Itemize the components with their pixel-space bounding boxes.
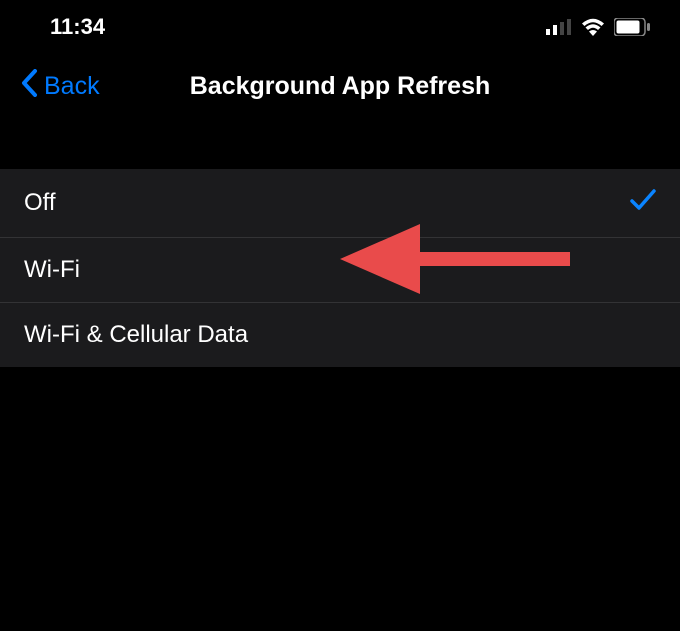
page-title: Background App Refresh — [190, 72, 491, 101]
chevron-left-icon — [20, 68, 38, 105]
option-wifi[interactable]: Wi-Fi — [0, 238, 680, 303]
section-spacer — [0, 119, 680, 169]
status-time: 11:34 — [50, 14, 105, 40]
settings-list: Off Wi-Fi Wi-Fi & Cellular Data — [0, 169, 680, 367]
nav-bar: Back Background App Refresh — [0, 54, 680, 119]
option-label: Wi-Fi — [24, 256, 80, 284]
wifi-icon — [581, 18, 605, 36]
option-off[interactable]: Off — [0, 169, 680, 238]
option-wifi-cellular[interactable]: Wi-Fi & Cellular Data — [0, 303, 680, 367]
battery-icon — [614, 18, 650, 36]
checkmark-icon — [630, 187, 656, 219]
option-label: Wi-Fi & Cellular Data — [24, 321, 248, 349]
status-icons — [546, 18, 650, 36]
back-button[interactable]: Back — [20, 68, 100, 105]
back-label: Back — [44, 72, 100, 101]
status-bar: 11:34 — [0, 0, 680, 54]
option-label: Off — [24, 189, 56, 217]
cellular-icon — [546, 19, 572, 35]
